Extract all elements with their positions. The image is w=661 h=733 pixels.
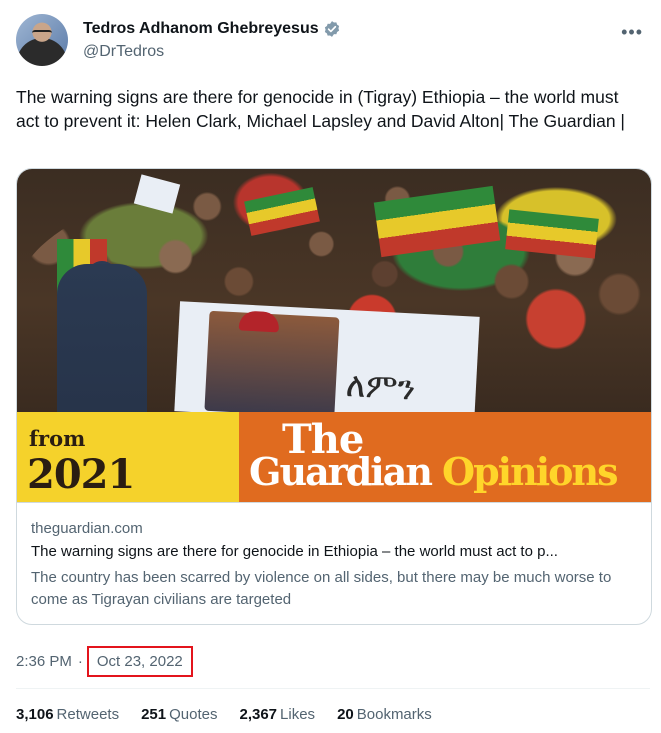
- card-body[interactable]: theguardian.com The warning signs are th…: [17, 502, 651, 624]
- more-options-icon[interactable]: •••: [621, 22, 643, 43]
- stat-value: 3,106: [16, 706, 54, 723]
- avatar[interactable]: [16, 14, 68, 66]
- stat-value: 20: [337, 706, 354, 723]
- engagement-stats: 3,106 Retweets 251 Quotes 2,367 Likes 20 Boo…: [16, 706, 454, 723]
- card-description: The country has been scarred by violence…: [31, 569, 612, 608]
- stat-label: Bookmarks: [356, 706, 432, 723]
- timestamp-row: 2:36 PM · Oct 23, 2022: [16, 646, 193, 677]
- poster-banner: ለምን: [174, 301, 480, 427]
- overlay-from: from: [29, 426, 86, 451]
- tweet-date[interactable]: Oct 23, 2022: [86, 646, 193, 677]
- stat-label: Likes: [280, 706, 316, 723]
- overlay-year: 2021: [27, 451, 135, 498]
- tweet: Tedros Adhanom Ghebreyesus @DrTedros •••…: [0, 0, 661, 733]
- link-card[interactable]: ለምን from 2021 The Guardian Opinions theg…: [16, 168, 652, 625]
- stat-value: 251: [141, 706, 167, 723]
- stat-retweets[interactable]: 3,106 Retweets: [16, 706, 119, 723]
- card-image[interactable]: ለምን from 2021 The Guardian Opinions: [17, 169, 651, 502]
- card-title: The warning signs are there for genocide…: [31, 543, 558, 560]
- stat-likes[interactable]: 2,367 Likes: [239, 706, 315, 723]
- overlay-guardian: Guardian: [249, 449, 433, 494]
- time-separator: ·: [77, 653, 83, 670]
- stat-label: Retweets: [56, 706, 120, 723]
- poster-script: ለምን: [344, 365, 417, 409]
- overlay-opinions: Opinions: [442, 449, 619, 494]
- author-handle[interactable]: @DrTedros: [83, 43, 164, 61]
- card-domain: theguardian.com: [31, 520, 143, 537]
- tweet-text: The warning signs are there for genocide…: [16, 87, 625, 131]
- stat-label: Quotes: [169, 706, 218, 723]
- stat-quotes[interactable]: 251 Quotes: [141, 706, 217, 723]
- author-display-name[interactable]: Tedros Adhanom Ghebreyesus: [83, 20, 319, 38]
- divider: [16, 688, 650, 689]
- author-name-row: Tedros Adhanom Ghebreyesus: [83, 20, 341, 38]
- stat-value: 2,367: [239, 706, 278, 723]
- tweet-time[interactable]: 2:36 PM: [16, 653, 72, 670]
- avatar-glasses: [32, 30, 52, 37]
- stat-bookmarks[interactable]: 20 Bookmarks: [337, 706, 432, 723]
- verified-badge-icon: [324, 21, 339, 37]
